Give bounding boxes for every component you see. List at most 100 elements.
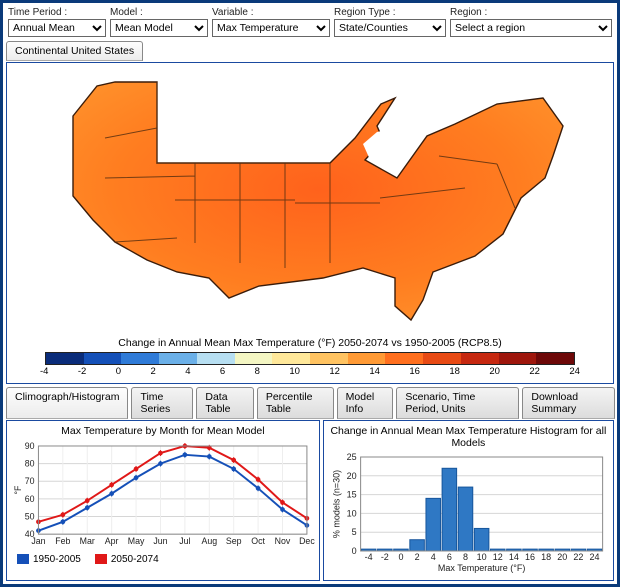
svg-text:Max Temperature (°F): Max Temperature (°F) xyxy=(438,563,525,573)
colorbar-cell xyxy=(272,353,310,364)
svg-text:4: 4 xyxy=(430,552,435,562)
colorbar-tick: -2 xyxy=(78,366,86,377)
svg-text:% models (n=30): % models (n=30) xyxy=(331,470,341,538)
lower-tabbar: Climograph/HistogramTime SeriesData Tabl… xyxy=(5,385,615,419)
variable-group: Variable : Max Temperature xyxy=(212,7,330,37)
colorbar-cell xyxy=(84,353,122,364)
colorbar-tick: 8 xyxy=(255,366,260,377)
svg-text:Jun: Jun xyxy=(153,536,167,546)
colorbar-tick: 20 xyxy=(489,366,500,377)
colorbar-tick: 0 xyxy=(116,366,121,377)
region-group: Region : Select a region xyxy=(450,7,612,37)
histogram-title: Change in Annual Mean Max Temperature Hi… xyxy=(328,425,609,449)
region-type-label: Region Type : xyxy=(334,7,446,18)
tab-scenario-time-period-units[interactable]: Scenario, Time Period, Units xyxy=(396,387,519,419)
colorbar-tick: 10 xyxy=(289,366,300,377)
time-period-group: Time Period : Annual Mean xyxy=(8,7,106,37)
climograph-box: Max Temperature by Month for Mean Model … xyxy=(6,420,320,581)
colorbar-ticks: -4-2024681012141618202224 xyxy=(40,366,580,377)
app-frame: Time Period : Annual Mean Model : Mean M… xyxy=(0,0,620,587)
svg-text:Aug: Aug xyxy=(201,536,217,546)
svg-text:8: 8 xyxy=(463,552,468,562)
map-tab-conus[interactable]: Continental United States xyxy=(6,41,143,61)
tab-time-series[interactable]: Time Series xyxy=(131,387,193,419)
colorbar-cell xyxy=(385,353,423,364)
model-select[interactable]: Mean Model xyxy=(110,19,208,37)
region-type-select[interactable]: State/Counties xyxy=(334,19,446,37)
histogram-box: Change in Annual Mean Max Temperature Hi… xyxy=(323,420,614,581)
colorbar-tick: 24 xyxy=(569,366,580,377)
climograph-legend: 1950-2005 2050-2074 xyxy=(11,552,315,567)
svg-text:10: 10 xyxy=(346,508,356,518)
svg-text:25: 25 xyxy=(346,452,356,462)
svg-text:Sep: Sep xyxy=(226,536,242,546)
svg-text:10: 10 xyxy=(476,552,486,562)
us-map[interactable] xyxy=(45,68,575,333)
svg-text:22: 22 xyxy=(573,552,583,562)
svg-text:Apr: Apr xyxy=(105,536,119,546)
colorbar-tick: 16 xyxy=(409,366,420,377)
svg-text:0: 0 xyxy=(351,546,356,556)
map-panel: Change in Annual Mean Max Temperature (°… xyxy=(6,62,614,384)
colorbar-tick: 14 xyxy=(369,366,380,377)
legend-item-historical: 1950-2005 xyxy=(17,554,81,565)
svg-text:20: 20 xyxy=(346,471,356,481)
svg-text:Jan: Jan xyxy=(31,536,45,546)
svg-text:-4: -4 xyxy=(364,552,372,562)
colorbar-tick: 22 xyxy=(529,366,540,377)
legend-item-future: 2050-2074 xyxy=(95,554,159,565)
region-select[interactable]: Select a region xyxy=(450,19,612,37)
svg-text:24: 24 xyxy=(589,552,599,562)
model-label: Model : xyxy=(110,7,208,18)
colorbar-tick: 18 xyxy=(449,366,460,377)
time-period-label: Time Period : xyxy=(8,7,106,18)
svg-text:80: 80 xyxy=(25,459,35,469)
colorbar-cell xyxy=(46,353,84,364)
region-label: Region : xyxy=(450,7,612,18)
climograph-chart[interactable]: 405060708090JanFebMarAprMayJunJulAugSepO… xyxy=(11,439,315,549)
colorbar-tick: 2 xyxy=(150,366,155,377)
svg-text:14: 14 xyxy=(509,552,519,562)
svg-text:18: 18 xyxy=(541,552,551,562)
colorbar xyxy=(45,352,575,365)
svg-text:70: 70 xyxy=(25,476,35,486)
svg-text:Jul: Jul xyxy=(179,536,190,546)
variable-label: Variable : xyxy=(212,7,330,18)
svg-text:6: 6 xyxy=(447,552,452,562)
colorbar-cell xyxy=(197,353,235,364)
tab-percentile-table[interactable]: Percentile Table xyxy=(257,387,334,419)
toolbar: Time Period : Annual Mean Model : Mean M… xyxy=(5,5,615,39)
tab-data-table[interactable]: Data Table xyxy=(196,387,253,419)
variable-select[interactable]: Max Temperature xyxy=(212,19,330,37)
svg-text:12: 12 xyxy=(493,552,503,562)
colorbar-tick: 4 xyxy=(185,366,190,377)
tab-climograph-histogram[interactable]: Climograph/Histogram xyxy=(6,387,128,419)
colorbar-cell xyxy=(235,353,273,364)
time-period-select[interactable]: Annual Mean xyxy=(8,19,106,37)
svg-text:60: 60 xyxy=(25,494,35,504)
tab-model-info[interactable]: Model Info xyxy=(337,387,394,419)
colorbar-tick: 12 xyxy=(329,366,340,377)
map-tabbar: Continental United States xyxy=(5,39,615,61)
climograph-title: Max Temperature by Month for Mean Model xyxy=(11,425,315,437)
svg-text:Oct: Oct xyxy=(251,536,265,546)
legend-swatch xyxy=(95,554,107,564)
histogram-chart[interactable]: 0510152025-4-2024681012141618202224% mod… xyxy=(328,451,609,573)
svg-text:May: May xyxy=(128,536,145,546)
region-type-group: Region Type : State/Counties xyxy=(334,7,446,37)
colorbar-cell xyxy=(499,353,537,364)
colorbar-cell xyxy=(536,353,574,364)
svg-text:20: 20 xyxy=(557,552,567,562)
svg-text:50: 50 xyxy=(25,511,35,521)
tab-download-summary[interactable]: Download Summary xyxy=(522,387,615,419)
svg-text:16: 16 xyxy=(525,552,535,562)
colorbar-cell xyxy=(121,353,159,364)
svg-text:Mar: Mar xyxy=(80,536,95,546)
us-outline xyxy=(73,82,563,320)
svg-text:°F: °F xyxy=(13,485,23,495)
colorbar-cell xyxy=(423,353,461,364)
colorbar-tick: -4 xyxy=(40,366,48,377)
legend-swatch xyxy=(17,554,29,564)
colorbar-title: Change in Annual Mean Max Temperature (°… xyxy=(13,337,607,349)
charts-row: Max Temperature by Month for Mean Model … xyxy=(6,420,614,581)
